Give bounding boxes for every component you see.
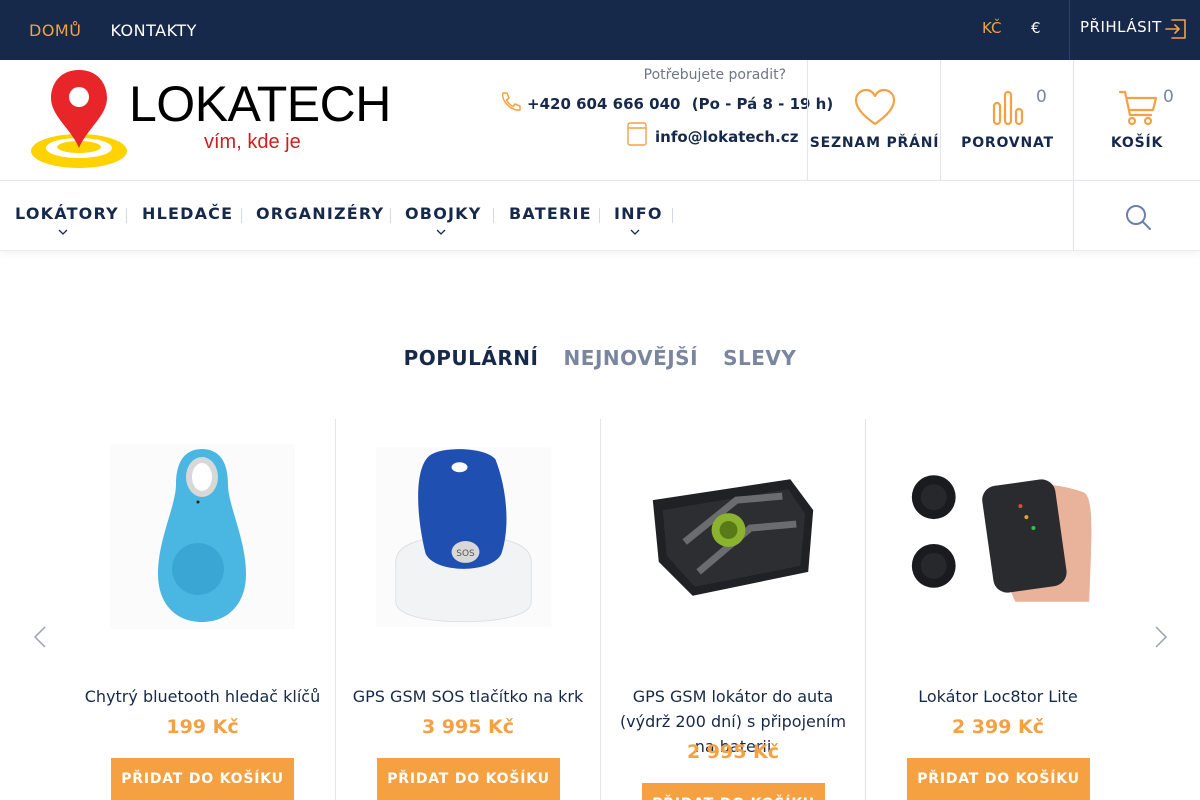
product-tabs: POPULÁRNÍ NEJNOVĚJŠÍ SLEVY — [0, 346, 1200, 370]
advise-text: Potřebujete poradit? — [643, 67, 786, 83]
nav-item-info[interactable]: INFO — [614, 204, 663, 223]
tab-discounts[interactable]: SLEVY — [723, 346, 796, 370]
logo-pin-icon[interactable] — [28, 68, 132, 172]
chevron-down-icon[interactable] — [630, 229, 640, 236]
nav-item-locators[interactable]: LOKÁTORY — [15, 204, 119, 223]
nav-separator — [599, 208, 600, 223]
add-to-cart-button[interactable]: PŘIDAT DO KOŠÍKU — [377, 758, 560, 800]
nav-item-collars[interactable]: OBOJKY — [405, 204, 482, 223]
product-price: 199 Kč — [166, 716, 239, 738]
nav-separator — [241, 208, 242, 223]
nav-item-batteries[interactable]: BATERIE — [509, 204, 592, 223]
gps-sos-button-image[interactable]: SOS — [336, 444, 600, 629]
tab-newest[interactable]: NEJNOVĚJŠÍ — [564, 346, 698, 370]
login-icon[interactable] — [1163, 16, 1189, 42]
product-price: 2 399 Kč — [951, 716, 1045, 738]
heart-icon — [854, 88, 896, 126]
wishlist-button[interactable]: SEZNAM PŘÁNÍ — [807, 60, 941, 180]
cart-icon — [1118, 90, 1158, 126]
top-nav-contacts-link[interactable]: KONTAKTY — [110, 21, 196, 40]
nav-separator — [390, 208, 391, 223]
nav-separator — [672, 208, 673, 223]
compare-count: 0 — [1036, 87, 1047, 107]
nav-item-finders[interactable]: HLEDAČE — [142, 204, 233, 223]
add-to-cart-button[interactable]: PŘIDAT DO KOŠÍKU — [111, 758, 294, 800]
phone-number[interactable]: +420 604 666 040 — [527, 95, 680, 113]
compare-button[interactable]: 0 POROVNAT — [940, 60, 1074, 180]
nav-item-organizers[interactable]: ORGANIZÉRY — [256, 204, 384, 223]
chevron-down-icon[interactable] — [436, 229, 446, 236]
product-title[interactable]: GPS GSM SOS tlačítko na krk — [346, 684, 590, 709]
login-link[interactable]: PŘIHLÁSIT — [1080, 18, 1162, 36]
product-price: 2 995 Kč — [686, 741, 780, 763]
main-nav: LOKÁTORY HLEDAČE ORGANIZÉRY OBOJKY BATER… — [0, 181, 1200, 251]
carousel-prev-icon[interactable] — [33, 626, 47, 648]
currency-czk-button[interactable]: KČ — [982, 19, 1002, 37]
cart-count: 0 — [1163, 87, 1174, 107]
product-title[interactable]: Lokátor Loc8tor Lite — [876, 684, 1120, 709]
top-nav-home-link[interactable]: DOMŮ — [29, 21, 81, 40]
nav-separator — [126, 208, 127, 223]
add-to-cart-button[interactable]: PŘIDAT DO KOŠÍKU — [642, 783, 825, 800]
product-card[interactable]: Chytrý bluetooth hledač klíčů 199 Kč PŘI… — [70, 419, 335, 800]
product-title[interactable]: Chytrý bluetooth hledač klíčů — [80, 684, 325, 709]
top-bar: DOMŮ KONTAKTY KČ € PŘIHLÁSIT — [0, 0, 1200, 60]
phone-icon — [502, 92, 521, 111]
logo-wordmark[interactable]: LOKATECH — [129, 75, 391, 133]
wishlist-label: SEZNAM PŘÁNÍ — [809, 135, 940, 151]
search-button[interactable] — [1073, 181, 1200, 251]
phone-line[interactable]: +420 604 666 040 (Po - Pá 8 - 19 h) — [527, 95, 833, 113]
search-icon — [1126, 205, 1151, 230]
top-bar-divider — [1069, 0, 1070, 60]
bluetooth-key-finder-image[interactable] — [70, 444, 335, 629]
cart-button[interactable]: 0 KOŠÍK — [1073, 60, 1200, 180]
add-to-cart-button[interactable]: PŘIDAT DO KOŠÍKU — [907, 758, 1090, 800]
loc8tor-lite-image[interactable] — [866, 444, 1130, 629]
carousel-next-icon[interactable] — [1154, 626, 1168, 648]
top-nav: DOMŮ KONTAKTY — [29, 0, 197, 60]
compare-chart-icon — [992, 90, 1024, 126]
email-icon — [627, 122, 647, 146]
svg-text:SOS: SOS — [456, 549, 475, 559]
email-link[interactable]: info@lokatech.cz — [655, 128, 798, 146]
product-price: 3 995 Kč — [421, 716, 515, 738]
cart-label: KOŠÍK — [1110, 135, 1164, 151]
gps-car-locator-image[interactable] — [601, 444, 865, 629]
tab-popular[interactable]: POPULÁRNÍ — [404, 346, 539, 370]
product-card[interactable]: GPS GSM lokátor do auta (výdrž 200 dní) … — [600, 419, 865, 800]
logo-tagline: vím, kde je — [204, 131, 301, 153]
chevron-down-icon[interactable] — [58, 229, 68, 236]
nav-separator — [493, 208, 494, 223]
product-card[interactable]: SOS GPS GSM SOS tlačítko na krk 3 995 Kč… — [335, 419, 600, 800]
currency-eur-button[interactable]: € — [1031, 19, 1041, 37]
compare-label: POROVNAT — [961, 135, 1054, 151]
product-card[interactable]: Lokátor Loc8tor Lite 2 399 Kč PŘIDAT DO … — [865, 419, 1130, 800]
